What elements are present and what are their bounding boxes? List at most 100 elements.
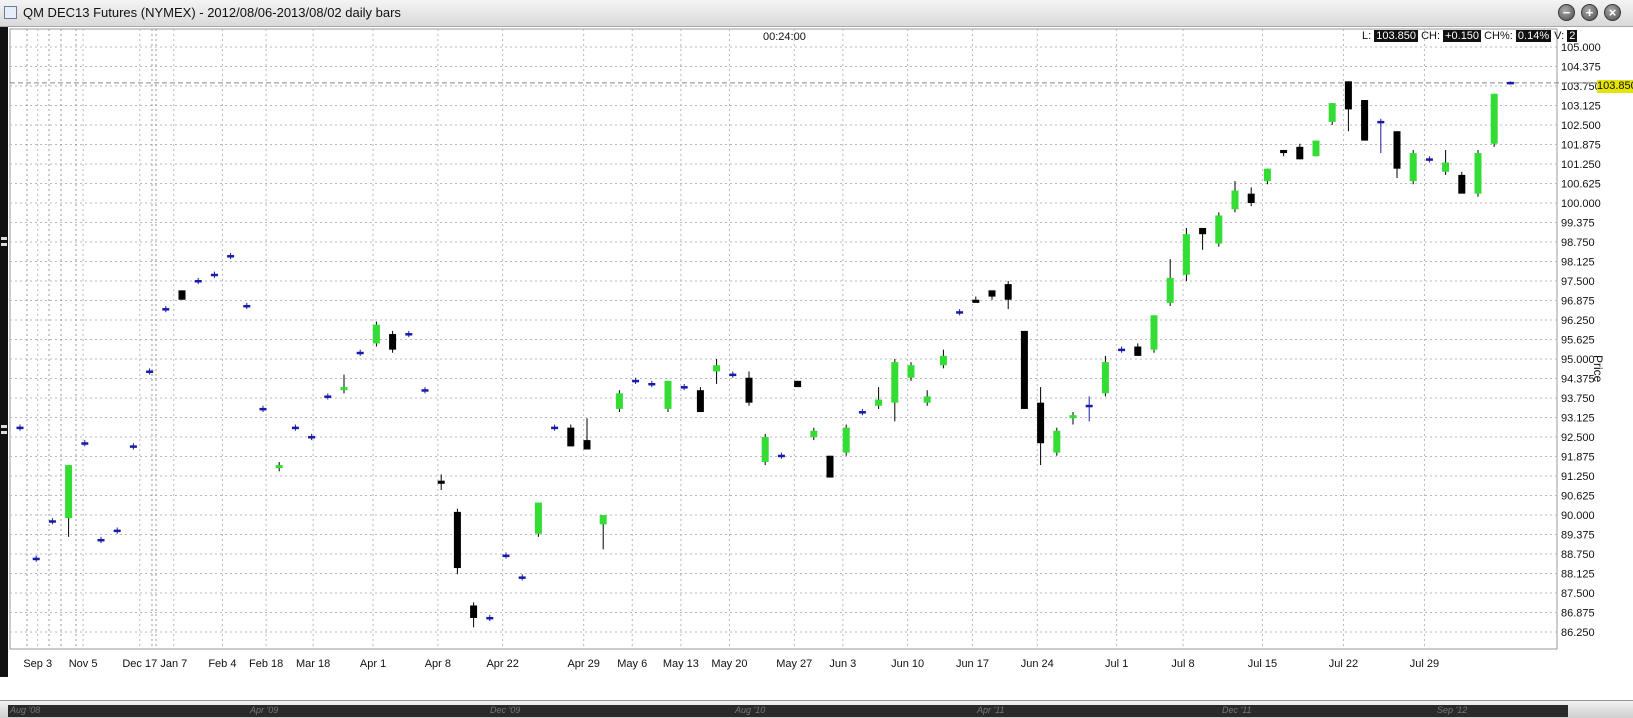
candle-body xyxy=(486,616,494,620)
volume-label: V: xyxy=(1554,30,1565,42)
candlestick-chart[interactable]: 105.000104.375103.750103.125102.500101.8… xyxy=(0,27,1633,700)
candle-body xyxy=(421,389,429,392)
overview-strip[interactable] xyxy=(8,705,1568,717)
candle-body xyxy=(696,390,704,413)
candle-body xyxy=(324,395,332,398)
candle-body xyxy=(227,255,235,258)
overview-label: Aug '08 xyxy=(10,705,41,715)
y-tick-label: 100.000 xyxy=(1561,198,1601,210)
y-tick-label: 91.250 xyxy=(1561,471,1595,483)
zoom-in-icon[interactable]: + xyxy=(1581,4,1598,21)
candle-body xyxy=(956,311,964,314)
volume-value: 2 xyxy=(1567,30,1578,42)
y-tick-label: 101.875 xyxy=(1561,140,1601,152)
candle-body xyxy=(97,538,105,542)
candle-body xyxy=(1442,162,1450,172)
candle-body xyxy=(1490,93,1498,144)
y-tick-label: 86.250 xyxy=(1561,627,1595,639)
x-tick-label: May 27 xyxy=(776,658,812,670)
candle-body xyxy=(534,502,542,534)
y-tick-label: 99.375 xyxy=(1561,218,1595,230)
candle-body xyxy=(1004,284,1012,300)
price-stats: L: 103.850 CH: +0.150 CH%: 0.14% V: 2 xyxy=(1362,30,1578,42)
candle-body xyxy=(583,440,591,450)
y-tick-label: 97.500 xyxy=(1561,276,1595,288)
overview-label: Dec '09 xyxy=(490,705,521,715)
candle-body xyxy=(745,377,753,403)
candle-body xyxy=(32,557,40,561)
candle-body xyxy=(777,454,785,458)
x-tick-label: Jul 22 xyxy=(1329,658,1358,670)
candle-body xyxy=(1053,430,1061,453)
candle-body xyxy=(210,273,218,277)
candle-body xyxy=(372,324,380,344)
candle-body xyxy=(1166,277,1174,303)
y-tick-label: 105.000 xyxy=(1561,42,1601,54)
x-tick-label: Dec 17 xyxy=(122,658,157,670)
y-tick-label: 87.500 xyxy=(1561,588,1595,600)
candle-body xyxy=(988,290,996,297)
overview-label: Dec '11 xyxy=(1222,705,1252,715)
candle-body xyxy=(1393,131,1401,169)
change-pct-value: 0.14% xyxy=(1515,30,1552,42)
candle-body xyxy=(1037,402,1045,444)
x-tick-label: May 6 xyxy=(617,658,647,670)
candle-body xyxy=(356,351,364,355)
candle-body xyxy=(453,511,461,569)
y-tick-label: 91.875 xyxy=(1561,452,1595,464)
candle-body xyxy=(178,290,186,300)
minimize-icon[interactable]: − xyxy=(1558,4,1575,21)
x-tick-label: Apr 22 xyxy=(486,658,518,670)
candle-body xyxy=(146,370,154,373)
x-tick-label: Jul 8 xyxy=(1171,658,1194,670)
candle-body xyxy=(259,407,267,411)
candle-body xyxy=(1247,193,1255,203)
x-tick-label: Jul 1 xyxy=(1105,658,1128,670)
candle-body xyxy=(1118,348,1126,352)
candle-body xyxy=(243,304,251,308)
candle-body xyxy=(761,437,769,462)
close-icon[interactable]: × xyxy=(1604,4,1621,21)
candle-body xyxy=(972,299,980,303)
candle-body xyxy=(567,427,575,447)
x-tick-label: Jun 24 xyxy=(1021,658,1054,670)
candle-body xyxy=(1134,346,1142,356)
candle-body xyxy=(875,399,883,406)
candle-body xyxy=(1085,404,1093,408)
y-tick-label: 96.250 xyxy=(1561,315,1595,327)
x-tick-label: Feb 18 xyxy=(249,658,283,670)
candle-body xyxy=(405,333,413,336)
x-tick-label: Sep 3 xyxy=(23,658,52,670)
candle-body xyxy=(1280,149,1288,154)
x-tick-label: Mar 18 xyxy=(296,658,330,670)
candle-body xyxy=(713,365,721,372)
low-value: 103.850 xyxy=(1374,30,1419,42)
candle-body xyxy=(1377,120,1385,124)
candle-body xyxy=(794,380,802,388)
candle-body xyxy=(470,605,478,618)
candle-body xyxy=(129,445,137,448)
change-label: CH: xyxy=(1421,30,1441,42)
x-tick-label: Jun 3 xyxy=(829,658,856,670)
candle-body xyxy=(1069,415,1077,419)
y-tick-label: 100.625 xyxy=(1561,179,1601,191)
x-tick-label: May 20 xyxy=(711,658,747,670)
candle-body xyxy=(923,396,931,403)
x-tick-label: Nov 5 xyxy=(69,658,98,670)
candle-body xyxy=(113,529,121,533)
overview-label: Sep '12 xyxy=(1437,705,1468,715)
candle-body xyxy=(518,576,526,579)
candle-body xyxy=(389,334,397,350)
plot-frame xyxy=(9,28,1558,650)
candle-body xyxy=(1409,153,1417,182)
candle-body xyxy=(502,554,510,558)
clock-readout: 00:24:00 xyxy=(763,31,806,43)
y-tick-label: 104.375 xyxy=(1561,62,1601,74)
candle-body xyxy=(1474,153,1482,194)
y-tick-label: 95.000 xyxy=(1561,354,1595,366)
y-tick-label: 86.875 xyxy=(1561,608,1595,620)
y-tick-label: 88.125 xyxy=(1561,569,1595,581)
overview-label: Aug '10 xyxy=(735,705,766,715)
candle-body xyxy=(664,380,672,409)
candle-body xyxy=(842,427,850,453)
